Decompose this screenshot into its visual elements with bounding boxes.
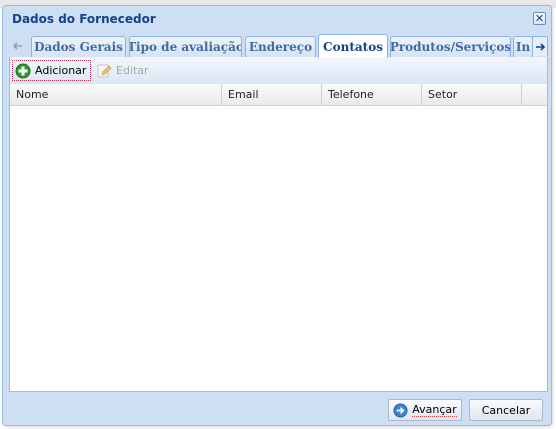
cancel-button[interactable]: Cancelar xyxy=(469,399,543,421)
tab-contatos[interactable]: Contatos xyxy=(318,34,388,58)
dialog-titlebar: Dados do Fornecedor ✕ xyxy=(3,6,551,30)
grid-toolbar: Adicionar Editar xyxy=(10,57,547,85)
dialog-title: Dados do Fornecedor xyxy=(12,12,156,26)
edit-contact-button[interactable]: Editar xyxy=(94,60,153,81)
tab-partial[interactable]: In xyxy=(513,36,533,57)
grid-body xyxy=(10,106,547,391)
next-button[interactable]: Avançar xyxy=(388,399,462,421)
column-header-email[interactable]: Email xyxy=(222,84,322,105)
tab-scroll-right-icon[interactable] xyxy=(532,36,548,56)
tab-scroll-left-icon[interactable] xyxy=(10,36,26,56)
add-contact-button[interactable]: Adicionar xyxy=(12,60,92,81)
tab-dados-gerais[interactable]: Dados Gerais xyxy=(31,36,126,57)
tab-tipo-avaliacao[interactable]: Tipo de avaliação xyxy=(129,36,242,57)
tab-endereco[interactable]: Endereço xyxy=(245,36,316,57)
add-button-label: Adicionar xyxy=(35,64,87,77)
add-icon xyxy=(15,63,31,78)
supplier-dialog: Dados do Fornecedor ✕ Dados Gerais Tipo … xyxy=(2,5,552,426)
edit-icon xyxy=(97,64,112,77)
edit-button-label: Editar xyxy=(116,64,149,77)
column-header-telefone[interactable]: Telefone xyxy=(322,84,422,105)
contacts-panel: Adicionar Editar Nome Email Telefone Set… xyxy=(9,57,548,392)
close-icon[interactable]: ✕ xyxy=(533,12,546,25)
tab-produtos-servicos[interactable]: Produtos/Serviços xyxy=(390,36,511,57)
column-header-setor[interactable]: Setor xyxy=(422,84,522,105)
column-header-nome[interactable]: Nome xyxy=(10,84,222,105)
cancel-button-label: Cancelar xyxy=(481,403,531,417)
grid-header: Nome Email Telefone Setor xyxy=(10,84,547,106)
tab-strip: Dados Gerais Tipo de avaliação Endereço … xyxy=(9,33,548,58)
next-button-label: Avançar xyxy=(412,402,457,417)
arrow-right-circle-icon xyxy=(393,402,408,418)
